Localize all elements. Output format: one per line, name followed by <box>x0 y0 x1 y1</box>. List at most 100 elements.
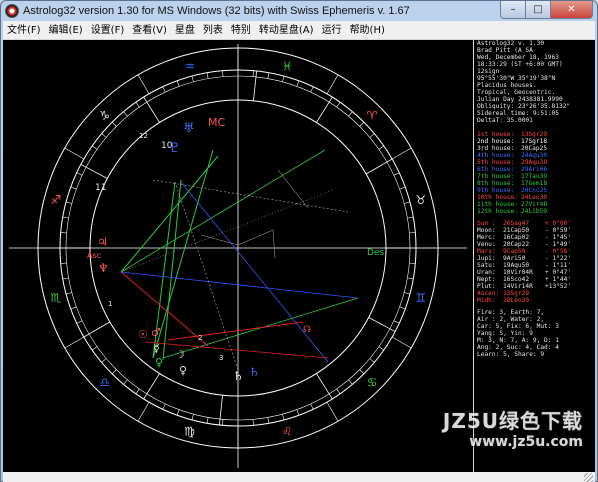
house-number-2: 2 <box>198 334 202 342</box>
planet-row: Jupi: 9Ari50 - 1°22' <box>477 255 595 262</box>
house-cusp-row: 12th house: 24Lib59 <box>477 208 595 215</box>
degree-tick <box>60 262 67 264</box>
menu-view[interactable]: 查看(V) <box>128 21 171 40</box>
planet-latitude: - 0°59' <box>545 227 572 234</box>
menu-chart[interactable]: 星盘 <box>171 21 199 40</box>
house-cusp <box>143 373 160 400</box>
degree-tick <box>162 403 166 410</box>
info-header-line: 95°55'30"W 35°19'38"N <box>477 75 556 82</box>
house-position: 17Gem18 <box>521 180 548 187</box>
menu-special[interactable]: 特别 <box>227 21 255 40</box>
menu-help[interactable]: 帮助(H) <box>346 21 389 40</box>
info-header-line: Brad Pitt (A SA <box>477 47 533 54</box>
house-cusp-row: 2nd house: 17Sgr18 <box>477 138 595 145</box>
info-header-line: Julian Day 2438381.9990 <box>477 96 563 103</box>
degree-tick <box>348 379 353 385</box>
menu-list[interactable]: 列表 <box>199 21 227 40</box>
app-window: Astrolog32 version 1.30 for MS Windows (… <box>0 0 598 482</box>
house-number-1: 1 <box>108 300 112 308</box>
maximize-button[interactable]: □ <box>526 1 551 19</box>
menu-settings[interactable]: 设置(F) <box>87 21 129 40</box>
degree-tick <box>336 102 341 108</box>
title-bar[interactable]: Astrolog32 version 1.30 for MS Windows (… <box>1 1 597 21</box>
degree-tick <box>296 409 300 416</box>
house-label: 9th house: <box>477 187 515 194</box>
info-header-line: 18:33:29 (ST +6:00 GMT) <box>477 61 563 68</box>
planet-latitude <box>545 290 575 297</box>
house-position: 13Sgr29 <box>521 131 548 138</box>
horoscope-wheel[interactable]: ♐♑♒ ♓♈♉♊♋♌♍♎♏ ♇ ♅ MC Des Asc ♃ ♆ ♂ ☉ ☿ ♀… <box>3 40 473 472</box>
leo-sign-glyph: ♌ <box>282 425 293 439</box>
degree-tick <box>310 86 314 93</box>
planet-latitude: + 0°00' <box>545 220 572 227</box>
aquarius-sign-glyph: ♒ <box>184 59 195 73</box>
degree-tick <box>123 111 128 117</box>
degree-tick <box>62 216 69 219</box>
degree-tick <box>392 336 412 349</box>
degree-tick <box>92 346 98 351</box>
menu-file[interactable]: 文件(F) <box>3 21 45 40</box>
planet-position: 26Sag47 <box>503 220 530 227</box>
aspect-line <box>120 149 326 273</box>
aspect-line <box>120 155 219 273</box>
planet-latitude: + 0°47' <box>545 269 572 276</box>
degree-tick <box>135 102 140 108</box>
degree-tick <box>326 74 339 94</box>
watermark-title: JZ5U绿色下载 <box>442 409 583 433</box>
degree-tick <box>162 86 166 93</box>
house-position: 27Vir48 <box>521 201 548 208</box>
house-cusp <box>83 321 111 338</box>
planet-row: Sun : 26Sag47 + 0°00' <box>477 220 595 227</box>
degree-tick <box>65 292 72 295</box>
venus-glyph-2: ♀ <box>179 364 187 377</box>
planet-latitude: - 0°58' <box>545 248 572 255</box>
planet-label: Plut: <box>477 283 496 290</box>
aspect-line <box>120 271 209 347</box>
close-button[interactable]: ✕ <box>551 1 593 19</box>
degree-tick <box>65 201 72 204</box>
house-cusp <box>365 158 393 175</box>
degree-tick <box>222 419 224 426</box>
cancer-sign-glyph: ♋ <box>367 376 378 390</box>
house-label: 6th house: <box>477 166 515 173</box>
planet-latitude: + 1°44' <box>545 276 572 283</box>
degree-tick <box>296 80 300 87</box>
house-cusp <box>143 96 160 123</box>
planet-row: Venu: 20Cap22 - 1°49' <box>477 241 595 248</box>
menu-edit[interactable]: 编辑(E) <box>45 21 87 40</box>
asc-label: Asc <box>87 251 101 260</box>
degree-tick <box>378 346 384 351</box>
menu-animate[interactable]: 转动星盘(A) <box>255 21 318 40</box>
resize-grip[interactable] <box>584 473 593 482</box>
astrolog-app-icon[interactable] <box>5 4 19 18</box>
degree-tick <box>359 121 365 127</box>
degree-tick <box>393 320 400 324</box>
aspect-line <box>120 189 334 273</box>
element-summary-line: Learn: 5, Share: 9 <box>477 351 545 358</box>
degree-tick <box>399 306 406 310</box>
planet-row: Moon: 21Cap50 - 0°59' <box>477 227 595 234</box>
degree-tick <box>369 133 375 138</box>
planet-row: Mars: 9Cap50 - 0°58' <box>477 248 595 255</box>
degree-tick <box>92 145 98 150</box>
house-label: 4th house: <box>477 152 515 159</box>
mars-glyph: ♂ <box>151 326 161 339</box>
degree-tick <box>407 216 414 219</box>
mc-label: MC <box>208 116 225 129</box>
pisces-sign-glyph: ♓ <box>282 59 293 73</box>
moon-glyph: ☽ <box>175 348 185 361</box>
house-position: 24Aqu30 <box>521 152 548 159</box>
house-label: 12th house: <box>477 208 518 215</box>
house-label: 1st house: <box>477 131 515 138</box>
degree-tick <box>101 358 107 363</box>
mercury-glyph: ☿ <box>153 342 160 355</box>
info-header-line: 12sign <box>477 68 500 75</box>
menu-run[interactable]: 运行 <box>318 21 346 40</box>
aspect-line <box>167 321 304 341</box>
planet-label: Nept: <box>477 276 496 283</box>
watermark-url: www.jz5u.com <box>469 434 583 450</box>
degree-tick <box>101 133 107 138</box>
house-number-11: 11 <box>95 183 106 193</box>
minimize-button[interactable]: – <box>500 1 526 19</box>
planet-label: Satu: <box>477 262 496 269</box>
